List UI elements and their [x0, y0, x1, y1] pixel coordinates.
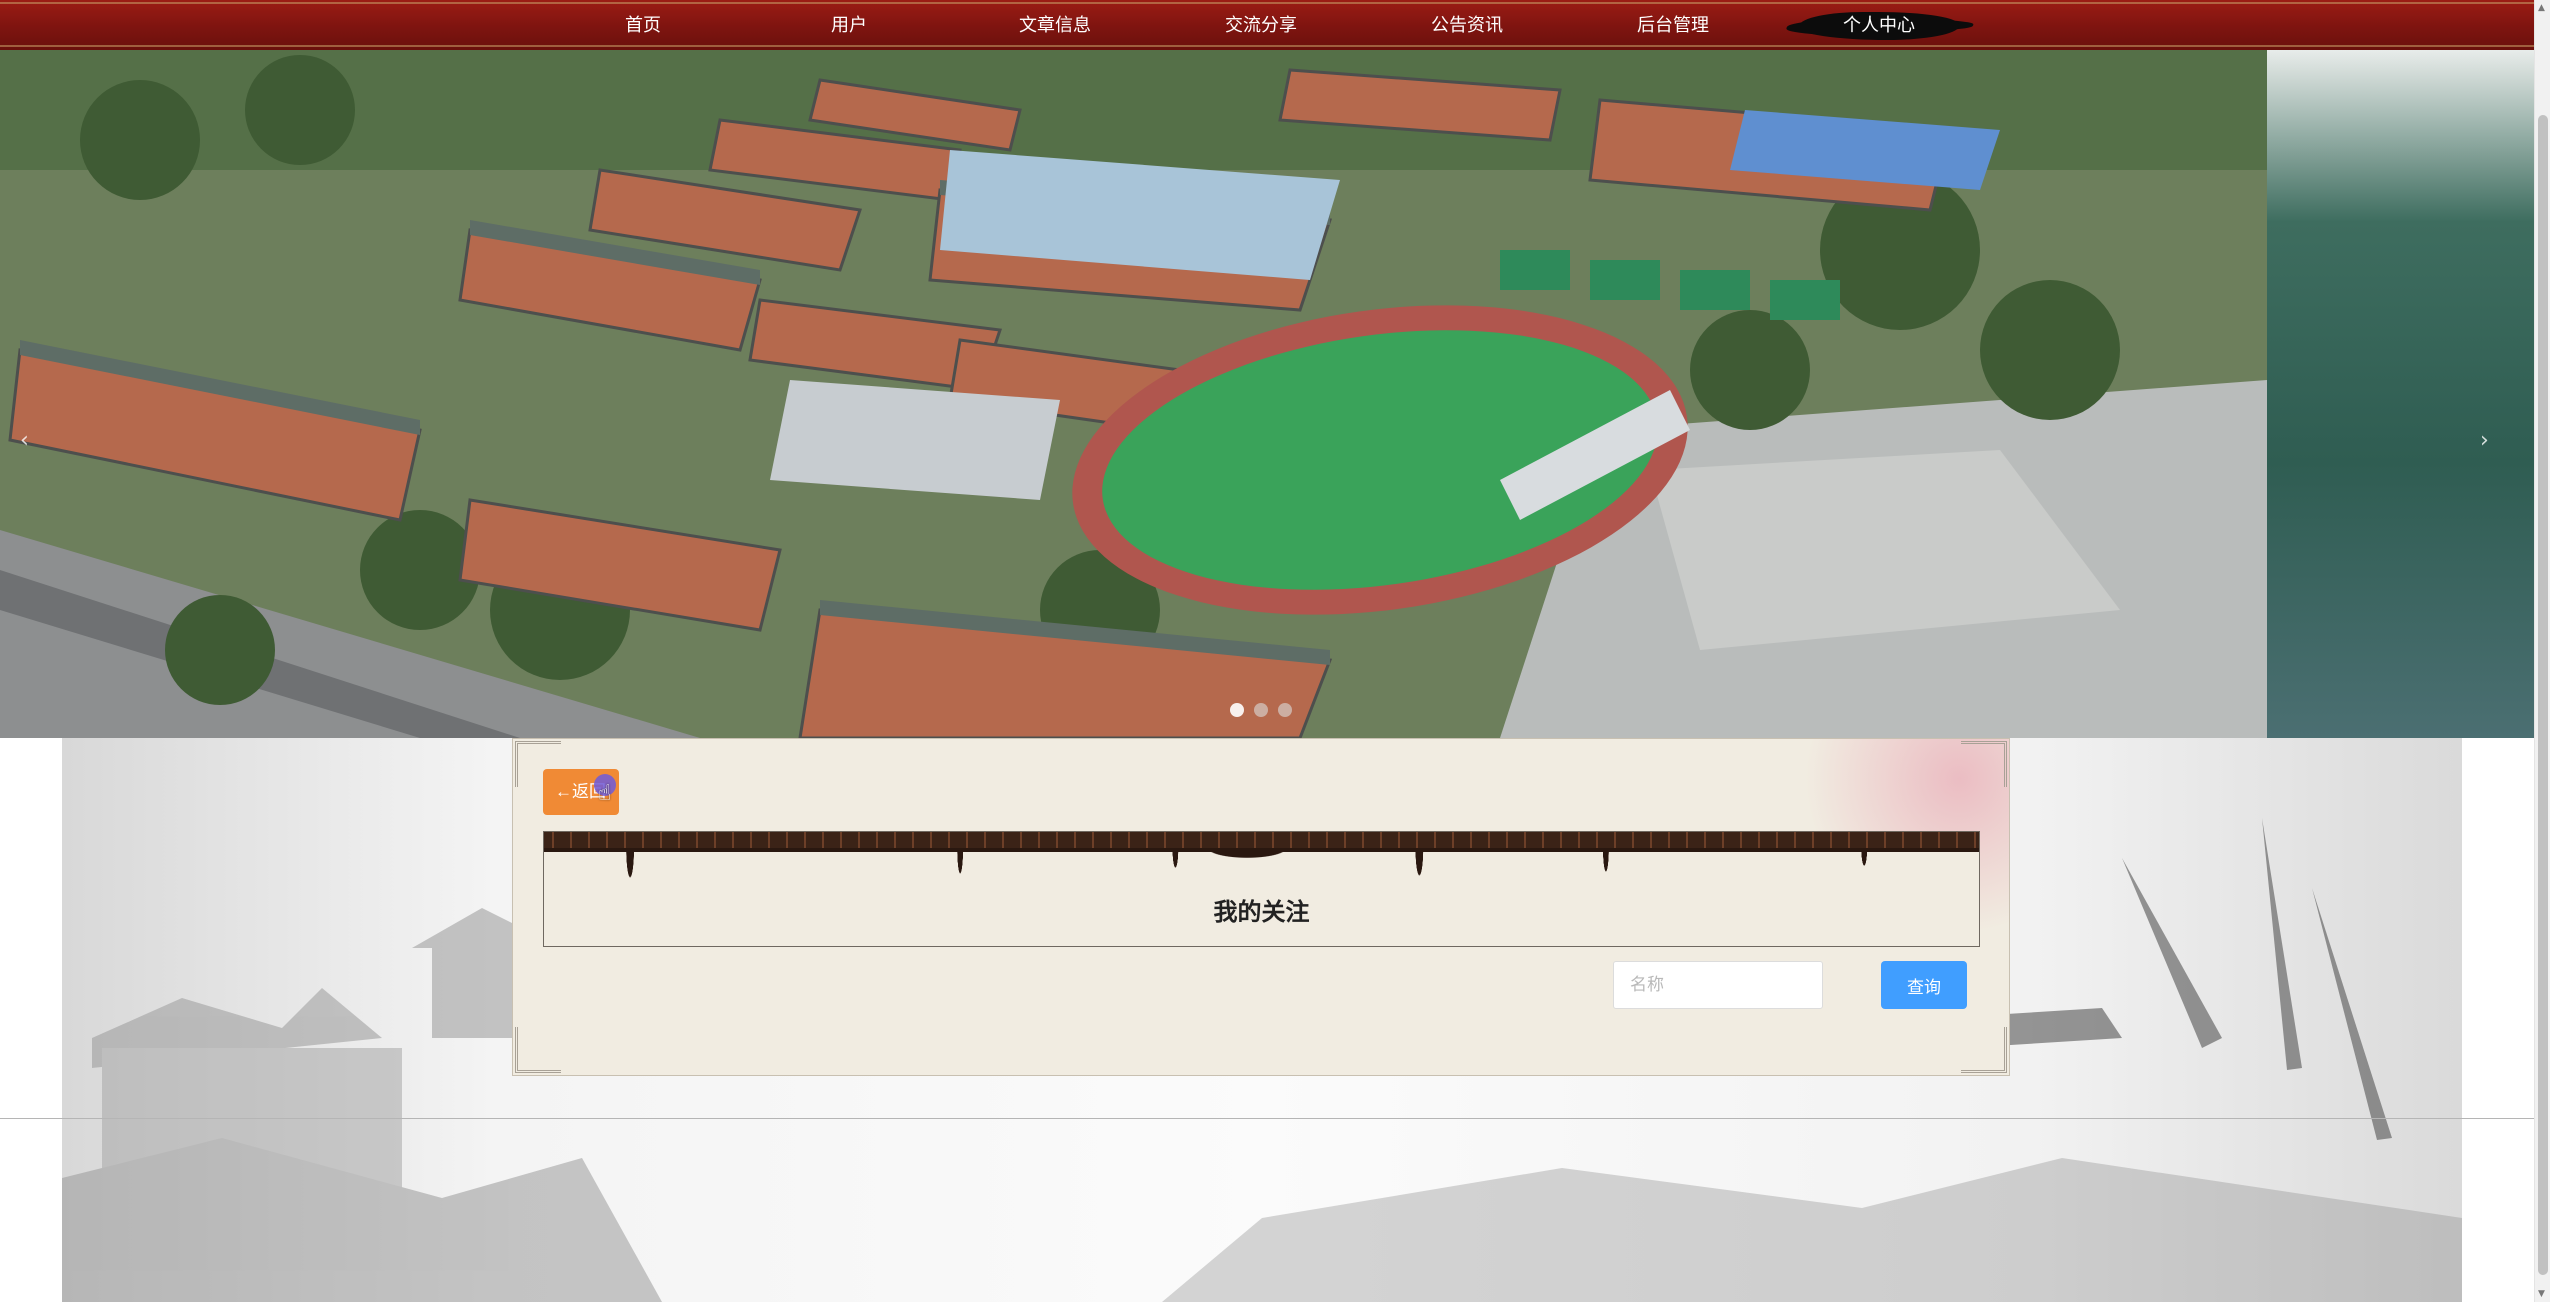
carousel-dot[interactable] — [1230, 703, 1244, 717]
nav-item-label: 首页 — [625, 15, 661, 36]
scroll-thumb[interactable] — [2538, 115, 2548, 1275]
page-title: 我的关注 — [1213, 898, 1310, 926]
carousel-dot[interactable] — [1254, 703, 1268, 717]
top-nav-bar: 首页 用户 文章信息 交流分享 公告资讯 后台管理 个人中心 — [0, 0, 2534, 51]
nav-item-share[interactable]: 交流分享 — [1181, 0, 1341, 50]
my-follows-panel: ←返回 ☝ 我的关注 查询 — [512, 738, 2010, 1076]
hand-pointer-icon: ☝ — [598, 781, 612, 806]
corner-ornament — [515, 1027, 561, 1073]
nav-item-label: 公告资讯 — [1431, 15, 1503, 36]
nav-item-announcements[interactable]: 公告资讯 — [1387, 0, 1547, 50]
name-search-input[interactable] — [1613, 961, 1823, 1009]
banner-carousel[interactable]: ‹ › — [0, 50, 2534, 738]
nav-item-label: 后台管理 — [1637, 15, 1709, 36]
corner-ornament — [1961, 741, 2007, 787]
nav-item-admin[interactable]: 后台管理 — [1593, 0, 1753, 50]
page-scrollbar[interactable]: ▲ ▼ — [2534, 0, 2550, 1302]
chevron-right-icon[interactable]: › — [2480, 428, 2489, 453]
chevron-left-icon[interactable]: ‹ — [20, 428, 29, 453]
campus-aerial-image — [0, 50, 2534, 738]
scroll-up-arrow-icon[interactable]: ▲ — [2538, 3, 2545, 13]
nav-item-users[interactable]: 用户 — [769, 0, 929, 50]
scroll-down-arrow-icon[interactable]: ▼ — [2538, 1289, 2545, 1299]
title-banner: 我的关注 — [543, 831, 1980, 947]
corner-ornament — [1961, 1027, 2007, 1073]
nav-item-label: 用户 — [831, 15, 867, 36]
nav-item-label: 交流分享 — [1225, 15, 1297, 36]
nav-item-home[interactable]: 首页 — [563, 0, 723, 50]
query-button[interactable]: 查询 — [1881, 961, 1967, 1009]
nav-item-label: 文章信息 — [1019, 15, 1091, 36]
section-divider — [0, 1118, 2534, 1119]
carousel-dots — [1230, 703, 1292, 717]
nav-item-label: 个人中心 — [1843, 15, 1915, 36]
nav-item-articles[interactable]: 文章信息 — [975, 0, 1135, 50]
ink-drip-decoration — [544, 848, 1979, 898]
nav-item-personal-center[interactable]: 个人中心 — [1799, 0, 1959, 50]
fret-pattern-border — [544, 832, 1979, 848]
next-slide-preview — [2267, 50, 2534, 738]
carousel-dot[interactable] — [1278, 703, 1292, 717]
